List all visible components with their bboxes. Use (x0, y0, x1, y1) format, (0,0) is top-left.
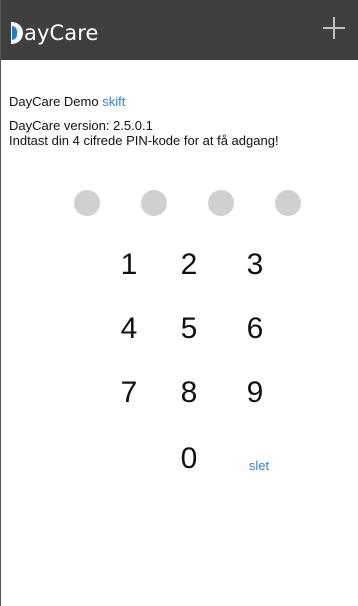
keypad-key-4[interactable]: 4 (111, 308, 147, 350)
daycare-logo: ayCare (11, 20, 99, 46)
pin-prompt-text: Indtast din 4 cifrede PIN-kode for at få… (9, 133, 279, 149)
pin-digit-indicator-3 (208, 190, 234, 216)
keypad-key-9[interactable]: 9 (237, 372, 273, 414)
pin-keypad: 1 2 3 4 5 6 7 8 9 0 slet (111, 244, 269, 494)
version-text: DayCare version: 2.5.0.1 (9, 117, 153, 133)
keypad-key-0[interactable]: 0 (171, 438, 207, 480)
keypad-key-1[interactable]: 1 (111, 244, 147, 286)
pin-digit-indicator-2 (141, 190, 167, 216)
keypad-key-8[interactable]: 8 (171, 372, 207, 414)
keypad-key-7[interactable]: 7 (111, 372, 147, 414)
pin-digit-indicator-1 (74, 190, 100, 216)
logo-text: ayCare (24, 20, 99, 45)
pin-indicator-row (74, 190, 304, 216)
delete-button[interactable]: slet (239, 456, 279, 476)
account-name: DayCare Demo (9, 94, 99, 109)
keypad-key-3[interactable]: 3 (237, 244, 273, 286)
top-navigation-bar: ayCare (1, 0, 358, 60)
login-info-section: DayCare Demo skift DayCare version: 2.5.… (9, 94, 358, 149)
account-line: DayCare Demo skift (9, 94, 358, 110)
plus-icon[interactable] (323, 17, 345, 39)
keypad-key-2[interactable]: 2 (171, 244, 207, 286)
daycare-app: ayCare DayCare Demo skift DayCare versio… (0, 0, 358, 606)
switch-account-link[interactable]: skift (102, 94, 125, 109)
pin-digit-indicator-4 (275, 190, 301, 216)
keypad-key-5[interactable]: 5 (171, 308, 207, 350)
keypad-key-6[interactable]: 6 (237, 308, 273, 350)
daycare-logo-icon (11, 22, 23, 44)
